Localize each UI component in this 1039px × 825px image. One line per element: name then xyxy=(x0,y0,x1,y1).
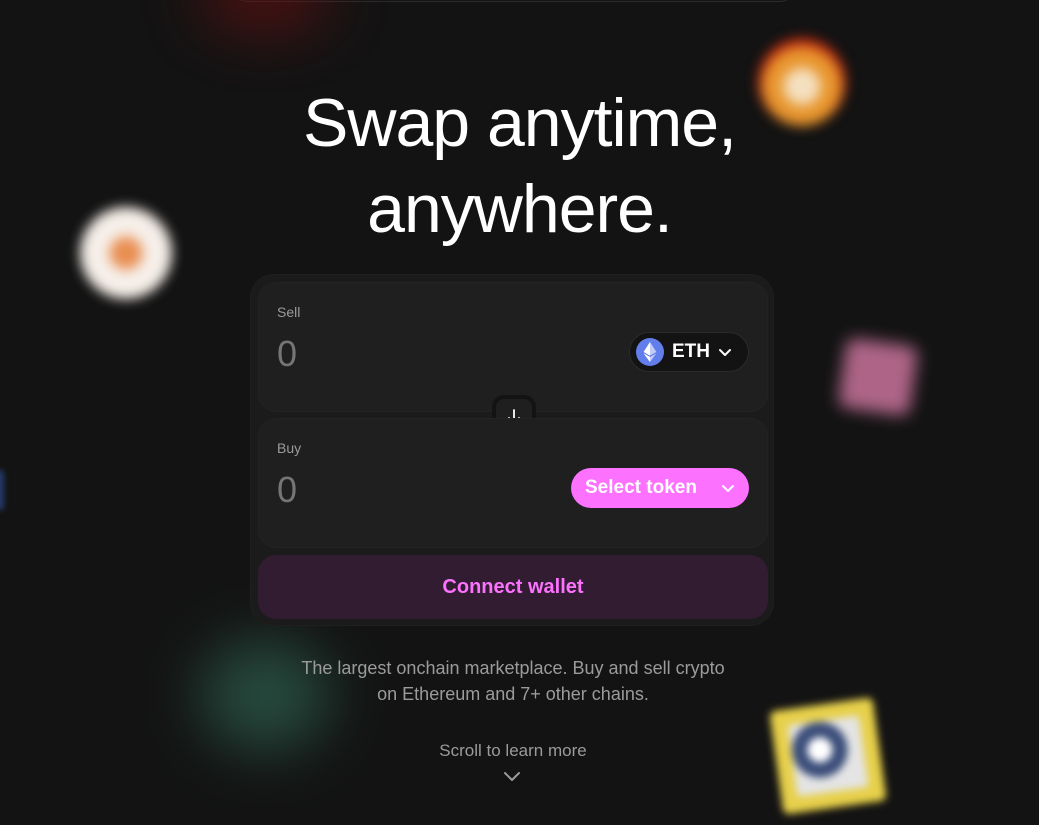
ethereum-icon xyxy=(636,338,664,366)
decorative-token-blue xyxy=(0,470,4,510)
swap-widget: Sell ETH xyxy=(250,274,774,626)
select-token-label: Select token xyxy=(585,477,697,498)
hero-subtitle: The largest onchain marketplace. Buy and… xyxy=(0,655,1026,707)
subtitle-line1: The largest onchain marketplace. Buy and… xyxy=(301,658,725,678)
subtitle-line2: on Ethereum and 7+ other chains. xyxy=(377,684,649,704)
scroll-hint[interactable]: Scroll to learn more xyxy=(0,741,1026,761)
connect-wallet-button[interactable]: Connect wallet xyxy=(258,555,768,619)
hero-title-line1: Swap anytime, xyxy=(303,85,737,161)
buy-amount-input[interactable] xyxy=(277,469,527,511)
hero-title: Swap anytime, anywhere. xyxy=(0,80,1039,252)
sell-token-selector[interactable]: ETH xyxy=(629,332,749,372)
sell-amount-input[interactable] xyxy=(277,333,527,375)
decorative-token-red xyxy=(200,0,330,30)
buy-panel: Buy Select token xyxy=(258,418,768,548)
sell-label: Sell xyxy=(277,304,301,320)
buy-label: Buy xyxy=(277,440,302,456)
chevron-down-icon xyxy=(719,349,731,356)
landing-page: Swap anytime, anywhere. Sell ETH xyxy=(0,0,1039,825)
chevron-down-icon[interactable] xyxy=(503,770,521,784)
pink-nft-icon xyxy=(837,337,919,417)
sell-panel: Sell ETH xyxy=(258,282,768,412)
sell-token-symbol: ETH xyxy=(672,341,710,362)
chevron-down-icon xyxy=(722,485,734,492)
select-token-button[interactable]: Select token xyxy=(571,468,749,508)
hero-title-line2: anywhere. xyxy=(367,171,673,247)
